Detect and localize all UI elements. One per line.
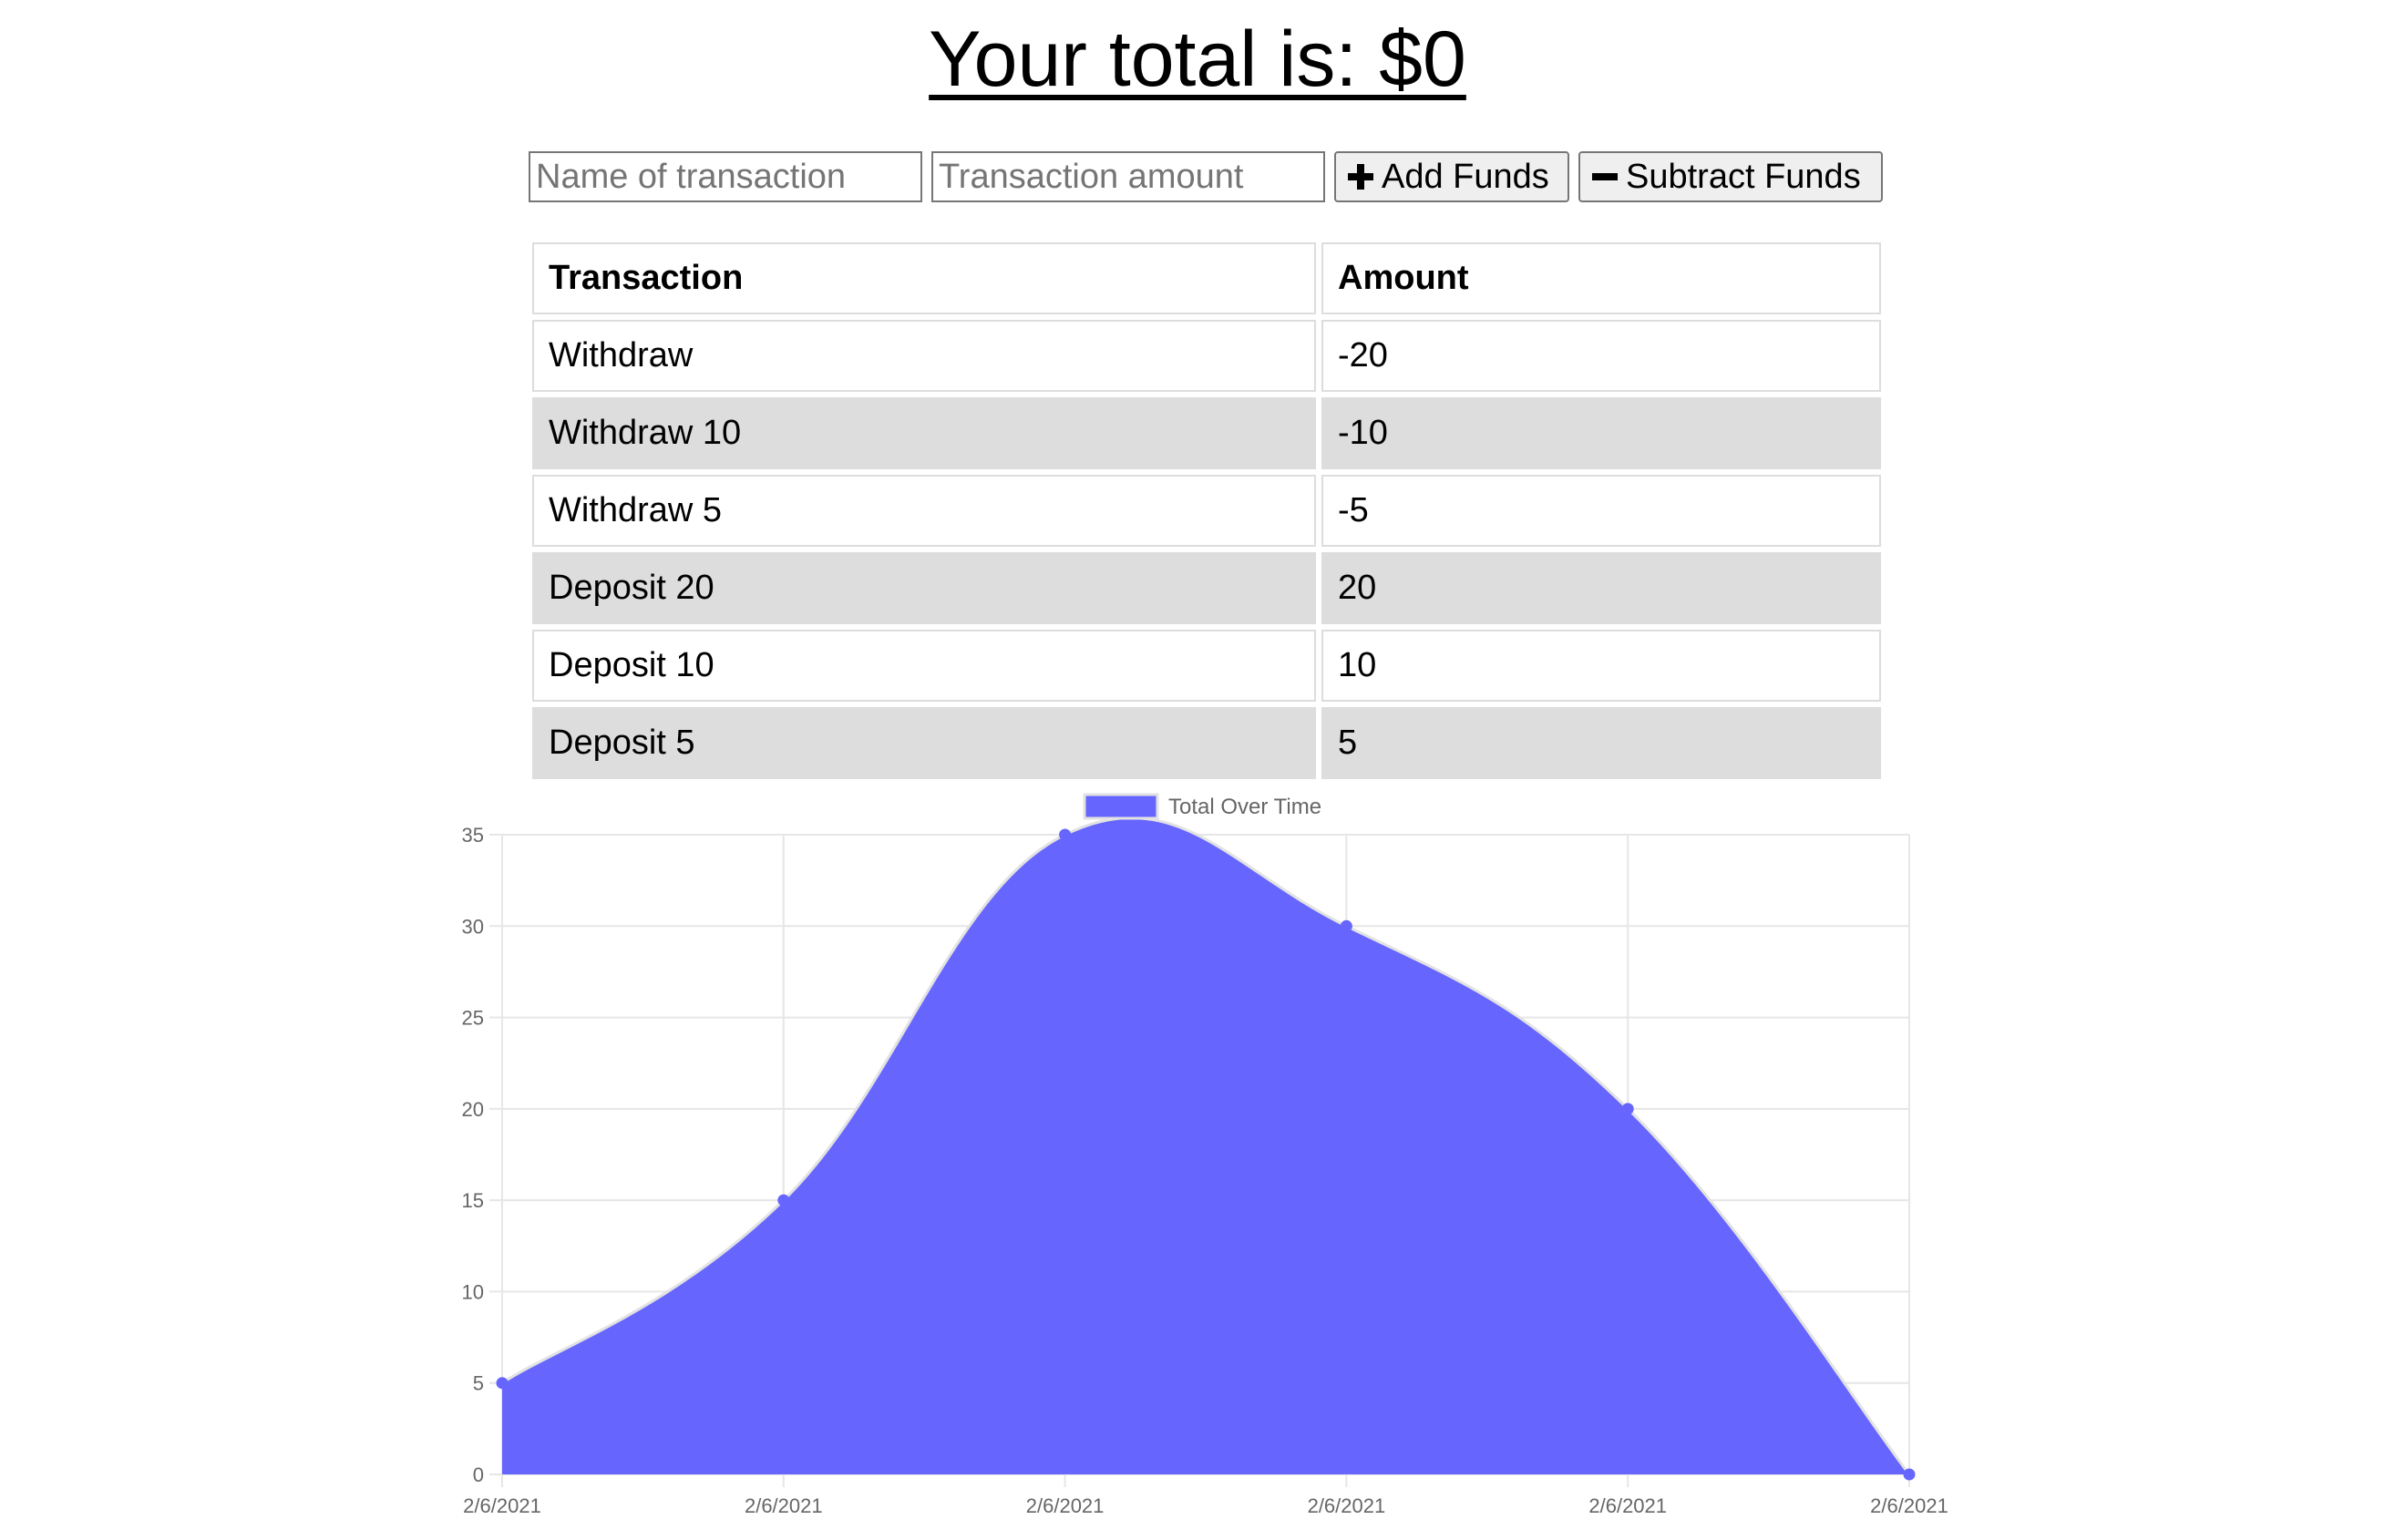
transaction-name-input[interactable] — [529, 151, 922, 202]
column-header-amount: Amount — [1321, 242, 1881, 314]
plus-icon — [1348, 164, 1373, 190]
y-tick-label: 35 — [462, 824, 484, 847]
x-tick-label: 2/6/2021 — [1870, 1494, 1948, 1517]
transaction-name-cell: Withdraw — [532, 320, 1316, 392]
data-point[interactable] — [1059, 828, 1072, 841]
y-tick-label: 15 — [462, 1189, 484, 1212]
transaction-name-cell: Deposit 10 — [532, 630, 1316, 702]
data-point[interactable] — [496, 1377, 509, 1390]
total-value: 0 — [1422, 15, 1466, 103]
series-area-fill — [502, 817, 1909, 1474]
transaction-amount-cell: -20 — [1321, 320, 1881, 392]
transaction-amount-cell: 5 — [1321, 707, 1881, 779]
add-funds-button[interactable]: Add Funds — [1334, 151, 1569, 202]
y-tick-label: 30 — [462, 915, 484, 938]
transaction-amount-cell: -10 — [1321, 397, 1881, 469]
subtract-funds-button[interactable]: Subtract Funds — [1578, 151, 1883, 202]
x-tick-label: 2/6/2021 — [1588, 1494, 1667, 1517]
chart-series — [501, 816, 1911, 1475]
y-tick-label: 20 — [462, 1098, 484, 1121]
transaction-name-cell: Deposit 20 — [532, 552, 1316, 624]
table-header-row: Transaction Amount — [532, 242, 1881, 314]
x-tick-label: 2/6/2021 — [745, 1494, 823, 1517]
data-point[interactable] — [1621, 1103, 1634, 1115]
transaction-amount-cell: -5 — [1321, 475, 1881, 547]
transaction-amount-cell: 20 — [1321, 552, 1881, 624]
data-point[interactable] — [1340, 919, 1352, 932]
transaction-name-cell: Withdraw 5 — [532, 475, 1316, 547]
data-point[interactable] — [1903, 1468, 1916, 1481]
minus-icon — [1592, 173, 1618, 180]
transaction-amount-input[interactable] — [931, 151, 1325, 202]
transaction-amount-cell: 10 — [1321, 630, 1881, 702]
table-row: Withdraw -20 — [532, 320, 1881, 392]
x-tick-label: 2/6/2021 — [463, 1494, 541, 1517]
total-over-time-chart: 0 5 10 15 20 25 30 35 2/6/2021 2/6/2021 2/6/2021 2/… — [462, 793, 1948, 1517]
table-row: Deposit 5 5 — [532, 707, 1881, 779]
y-tick-label: 25 — [462, 1007, 484, 1030]
data-point[interactable] — [777, 1194, 790, 1206]
y-tick-label: 0 — [473, 1463, 484, 1486]
transaction-form: Add Funds Subtract Funds — [529, 151, 1883, 202]
column-header-transaction: Transaction — [532, 242, 1316, 314]
legend-swatch — [1083, 793, 1159, 820]
x-tick-label: 2/6/2021 — [1308, 1494, 1386, 1517]
chart-legend: Total Over Time — [1083, 793, 1321, 820]
x-tick-label: 2/6/2021 — [1026, 1494, 1105, 1517]
table-row: Deposit 10 10 — [532, 630, 1881, 702]
transaction-name-cell: Withdraw 10 — [532, 397, 1316, 469]
legend-label[interactable]: Total Over Time — [1168, 795, 1321, 819]
table-row: Withdraw 10 -10 — [532, 397, 1881, 469]
transaction-name-cell: Deposit 5 — [532, 707, 1316, 779]
y-tick-label: 10 — [462, 1280, 484, 1303]
table-row: Withdraw 5 -5 — [532, 475, 1881, 547]
transactions-table: Transaction Amount Withdraw -20 Withdraw… — [527, 237, 1886, 785]
total-heading: Your total is: $0 — [0, 9, 2395, 109]
y-tick-label: 5 — [473, 1372, 484, 1395]
add-funds-label: Add Funds — [1382, 157, 1549, 196]
subtract-funds-label: Subtract Funds — [1626, 157, 1861, 196]
total-label: Your total is: $ — [929, 15, 1423, 103]
table-row: Deposit 20 20 — [532, 552, 1881, 624]
